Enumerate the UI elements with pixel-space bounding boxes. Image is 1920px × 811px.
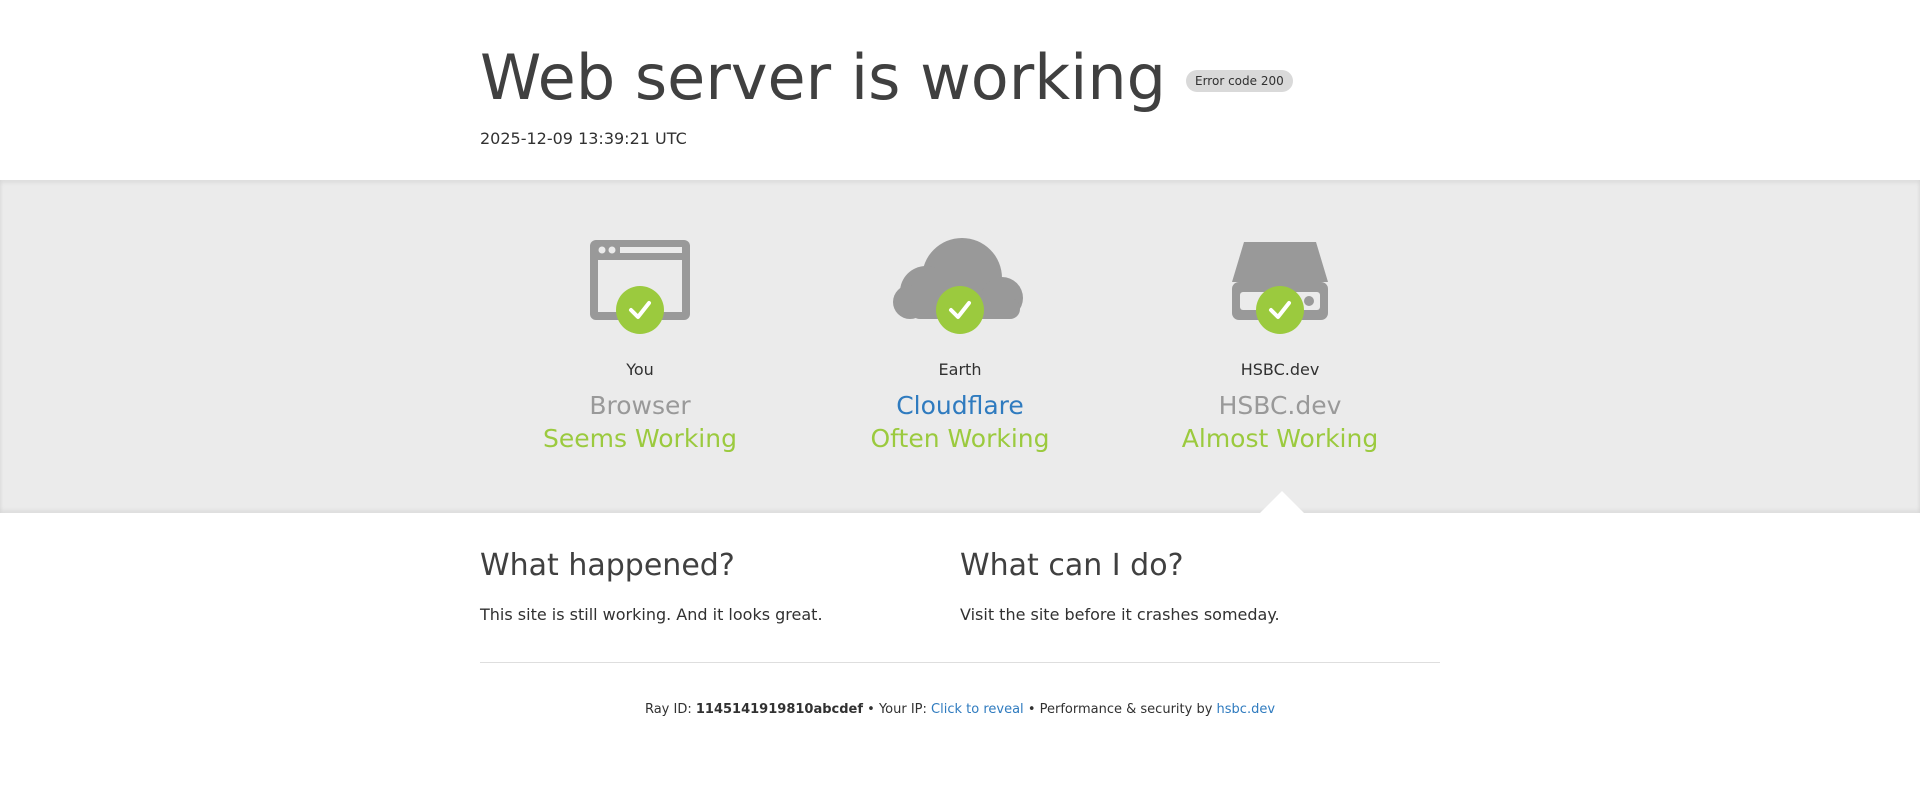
footer: Ray ID: 1145141919810abcdef • Your IP: C… bbox=[480, 702, 1440, 717]
ip-label: Your IP: bbox=[878, 701, 927, 717]
status-location: HSBC.dev bbox=[1240, 360, 1320, 379]
timestamp: 2025-12-09 13:39:21 UTC bbox=[480, 129, 687, 149]
performance-label: Performance & security by bbox=[1039, 701, 1213, 717]
page-title: Web server is working bbox=[480, 41, 1166, 114]
status-browser: You Browser Seems Working bbox=[480, 180, 800, 513]
divider bbox=[480, 661, 1440, 663]
separator: • bbox=[1027, 701, 1036, 717]
hsbc-dev-link[interactable]: hsbc.dev bbox=[1217, 702, 1276, 717]
status-location: You bbox=[626, 360, 654, 379]
status-state: Almost Working bbox=[1181, 424, 1379, 453]
active-pointer-arrow bbox=[1260, 491, 1304, 513]
ray-id-label: Ray ID: bbox=[644, 701, 692, 717]
status-cloudflare: Earth Cloudflare Often Working bbox=[800, 180, 1120, 513]
success-check-icon bbox=[616, 286, 664, 334]
status-location: Earth bbox=[938, 360, 982, 379]
status-server: HSBC.dev HSBC.dev Almost Working bbox=[1120, 180, 1440, 513]
what-happened-heading: What happened? bbox=[480, 548, 735, 583]
status-state: Often Working bbox=[870, 424, 1050, 453]
error-code-badge: Error code 200 bbox=[1186, 69, 1293, 92]
status-name: HSBC.dev bbox=[1218, 391, 1342, 420]
status-state: Seems Working bbox=[543, 424, 737, 453]
what-happened-text: This site is still working. And it looks… bbox=[480, 605, 823, 624]
ray-id-value: 1145141919810abcdef bbox=[695, 701, 864, 717]
separator: • bbox=[867, 701, 875, 717]
what-happened-section: What happened? This site is still workin… bbox=[480, 548, 960, 626]
what-can-do-heading: What can I do? bbox=[960, 548, 1184, 583]
cloudflare-link[interactable]: Cloudflare bbox=[896, 391, 1024, 420]
what-can-do-section: What can I do? Visit the site before it … bbox=[960, 548, 1440, 626]
what-can-do-text: Visit the site before it crashes someday… bbox=[960, 605, 1280, 624]
header: Web server is working Error code 200 202… bbox=[0, 0, 1920, 180]
reveal-ip-link[interactable]: Click to reveal bbox=[931, 702, 1024, 717]
status-band: You Browser Seems Working Earth Cloudfla… bbox=[0, 180, 1920, 513]
status-name: Browser bbox=[589, 391, 691, 420]
success-check-icon bbox=[936, 286, 984, 334]
success-check-icon bbox=[1256, 286, 1304, 334]
